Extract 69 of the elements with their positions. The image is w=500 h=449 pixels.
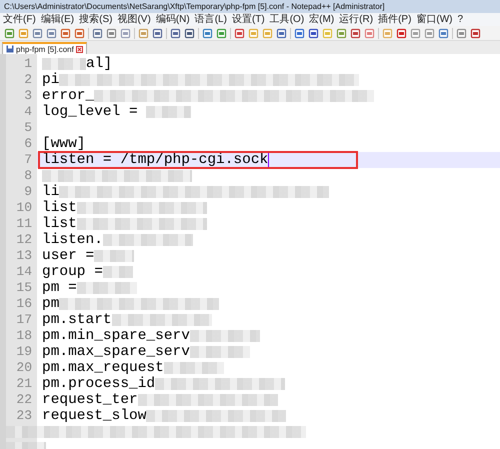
- menu-item[interactable]: 窗口(W): [416, 14, 453, 26]
- line-number: 17: [15, 312, 33, 328]
- close-icon[interactable]: [76, 46, 83, 52]
- code-line: [www]: [42, 136, 86, 152]
- blurred-region: [164, 362, 224, 374]
- blurred-region: [94, 250, 134, 262]
- line-number: 2: [23, 72, 33, 88]
- line-number: 13: [15, 248, 33, 264]
- text-caret: [268, 152, 270, 168]
- menu-item[interactable]: 编码(N): [156, 14, 190, 26]
- line-number: 19: [15, 344, 33, 360]
- blurred-region: [190, 330, 260, 342]
- line-number: 12: [15, 232, 33, 248]
- line-number: 14: [15, 264, 33, 280]
- code-line: pm =: [42, 280, 77, 296]
- window-title: C:\Users\Administrator\Documents\NetSarang\Xftp\Temporary\php-fpm [5].conf - Notepad++ [Administrator]: [4, 2, 385, 12]
- line-number: 23: [15, 408, 33, 424]
- line-number: 11: [15, 216, 33, 232]
- code-line: pm.max_spare_serv: [42, 344, 190, 360]
- line-number: 1: [23, 56, 33, 72]
- menu-item[interactable]: 插件(P): [378, 14, 412, 26]
- line-number: 7: [23, 152, 33, 168]
- menu-item[interactable]: 搜索(S): [79, 14, 112, 26]
- blurred-region: [190, 346, 250, 358]
- code-line: pm: [42, 296, 60, 312]
- code-line: pm.start: [42, 312, 112, 328]
- line-number: 20: [15, 360, 33, 376]
- line-number: 3: [23, 88, 33, 104]
- code-line: listen.: [42, 232, 103, 248]
- line-number: 15: [15, 280, 33, 296]
- code-line: li: [42, 184, 60, 200]
- line-number: 8: [23, 168, 33, 184]
- line-number: 6: [23, 136, 33, 152]
- menu-item[interactable]: ?: [458, 14, 464, 26]
- menu-item[interactable]: 设置(T): [232, 14, 265, 26]
- blurred-region: [146, 106, 192, 118]
- code-line: request_slow: [42, 408, 146, 424]
- blurred-region: [42, 58, 86, 70]
- menu-item[interactable]: 宏(M): [309, 14, 334, 26]
- code-line: log_level =: [42, 104, 139, 120]
- code-line: listen = /tmp/php-cgi.sock: [42, 152, 268, 168]
- code-line: list: [42, 200, 77, 216]
- code-line: al]: [86, 56, 112, 72]
- code-line: request_ter: [42, 392, 138, 408]
- line-number: 4: [23, 104, 33, 120]
- line-number: 22: [15, 392, 33, 408]
- code-line: pm.max_request: [42, 360, 164, 376]
- menu-item[interactable]: 语言(L): [194, 14, 227, 26]
- code-line: pi: [42, 72, 60, 88]
- line-number: 5: [23, 120, 33, 136]
- blurred-region: [76, 282, 137, 294]
- code-line: list: [42, 216, 77, 232]
- code-line: pm.min_spare_serv: [42, 328, 190, 344]
- menu-item[interactable]: 视图(V): [117, 14, 151, 26]
- file-tab[interactable]: php-fpm [5].conf: [2, 42, 87, 54]
- menu-item[interactable]: 文件(F): [3, 14, 36, 26]
- code-line: user =: [42, 248, 94, 264]
- menu-item[interactable]: 编辑(E): [40, 14, 74, 26]
- code-line: error_: [42, 88, 94, 104]
- blurred-region: [102, 266, 133, 278]
- code-line: pm.process_id: [42, 376, 156, 392]
- menu-item[interactable]: 运行(R): [339, 14, 374, 26]
- line-number: 9: [23, 184, 33, 200]
- line-number: 18: [15, 328, 33, 344]
- line-number: 21: [15, 376, 33, 392]
- menu-item[interactable]: 工具(O): [270, 14, 304, 26]
- line-number: 10: [15, 200, 33, 216]
- code-line: group =: [42, 264, 103, 280]
- line-number: 16: [15, 296, 33, 312]
